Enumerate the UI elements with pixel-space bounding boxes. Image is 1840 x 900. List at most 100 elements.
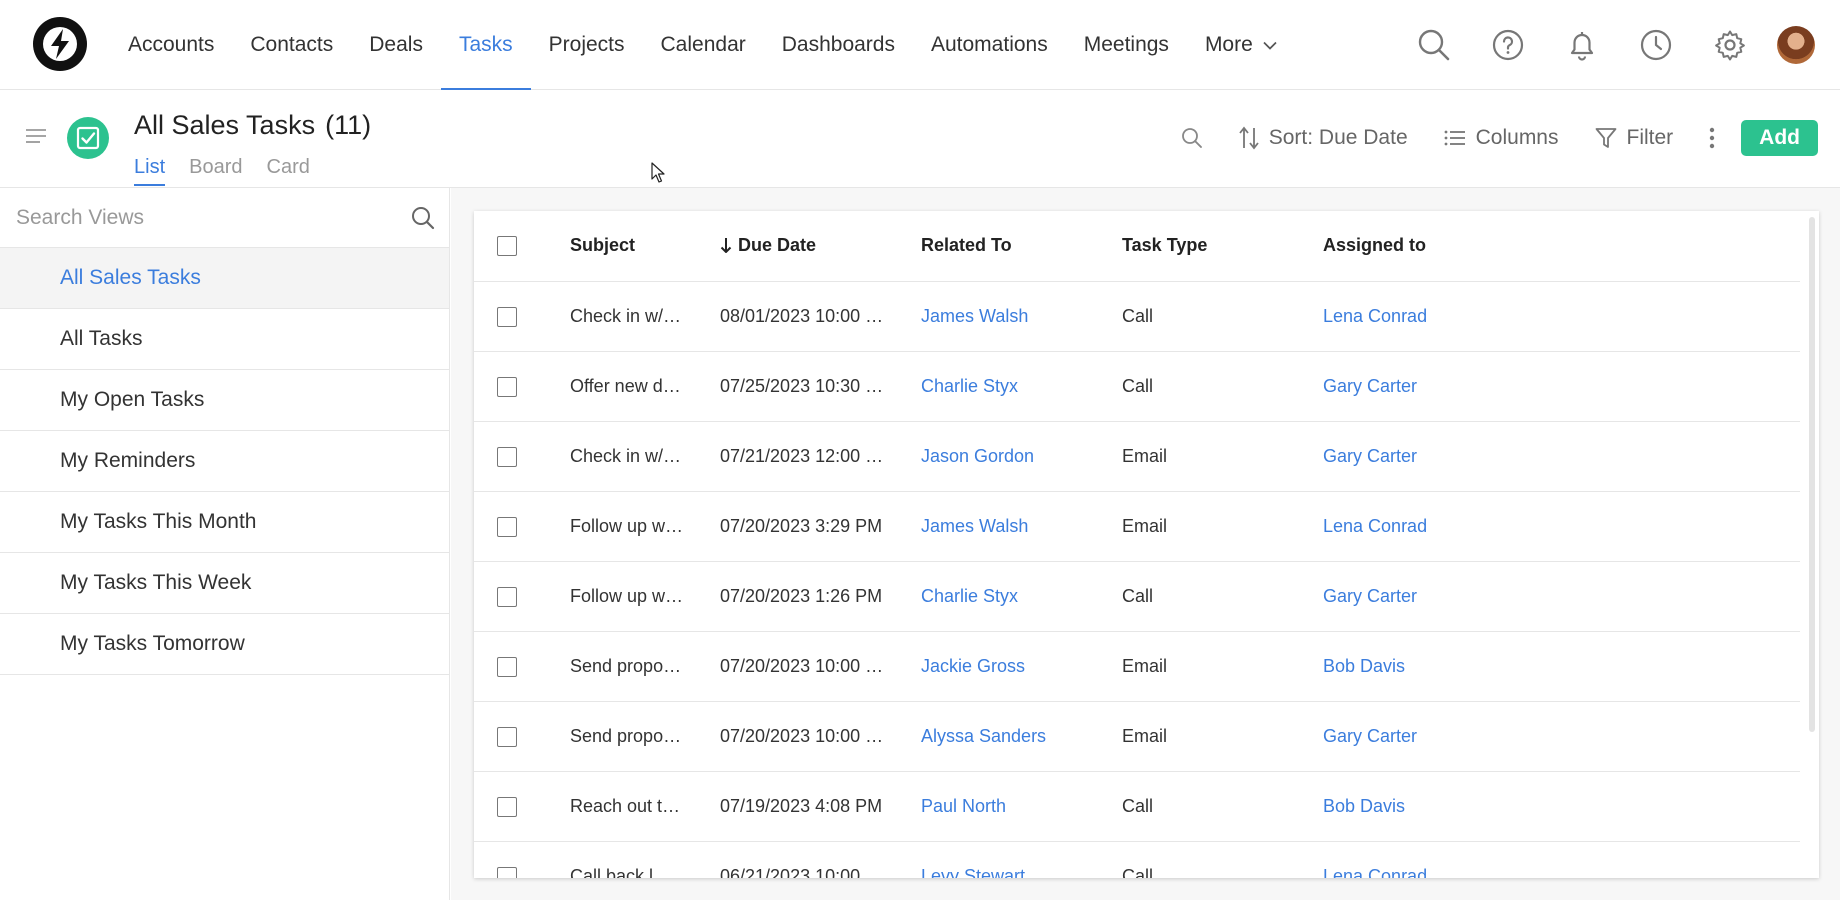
column-header-related-to[interactable]: Related To <box>921 211 1122 282</box>
cell-related-to-link[interactable]: James Walsh <box>921 281 1122 352</box>
sidebar-view-my-open-tasks[interactable]: My Open Tasks <box>0 370 449 431</box>
cell-due-date: 07/20/2023 10:00 … <box>720 631 921 702</box>
cell-assigned-to-link[interactable]: Gary Carter <box>1323 351 1800 422</box>
row-select-cell <box>474 771 570 842</box>
filter-label: Filter <box>1626 126 1674 149</box>
nav-contacts[interactable]: Contacts <box>232 0 351 90</box>
cell-subject[interactable]: Check in w/… <box>570 421 720 492</box>
column-header-task-type[interactable]: Task Type <box>1122 211 1323 282</box>
sidebar-view-my-tasks-tomorrow[interactable]: My Tasks Tomorrow <box>0 614 449 675</box>
filter-button[interactable]: Filter <box>1595 126 1674 150</box>
sidebar-view-all-tasks[interactable]: All Tasks <box>0 309 449 370</box>
cell-assigned-to-link[interactable]: Lena Conrad <box>1323 281 1800 352</box>
column-header-due-date[interactable]: Due Date <box>720 211 921 282</box>
cell-assigned-to-link[interactable]: Bob Davis <box>1323 771 1800 842</box>
more-options-button[interactable] <box>1709 127 1715 149</box>
tab-board[interactable]: Board <box>189 156 242 186</box>
clock-icon[interactable] <box>1619 0 1693 90</box>
page-title: All Sales Tasks (11) <box>134 110 371 141</box>
cell-assigned-to-link[interactable]: Gary Carter <box>1323 561 1800 632</box>
cell-subject[interactable]: Reach out t… <box>570 771 720 842</box>
cell-subject[interactable]: Follow up w… <box>570 491 720 562</box>
cell-related-to-link[interactable]: Alyssa Sanders <box>921 701 1122 772</box>
sidebar-view-my-tasks-this-week[interactable]: My Tasks This Week <box>0 553 449 614</box>
sidebar-view-my-tasks-this-month[interactable]: My Tasks This Month <box>0 492 449 553</box>
nav-dashboards[interactable]: Dashboards <box>764 0 913 90</box>
row-checkbox[interactable] <box>497 796 517 817</box>
nav-deals[interactable]: Deals <box>351 0 441 90</box>
nav-projects[interactable]: Projects <box>531 0 643 90</box>
row-checkbox[interactable] <box>497 586 517 607</box>
cell-subject[interactable]: Follow up w… <box>570 561 720 632</box>
columns-button[interactable]: Columns <box>1444 126 1559 150</box>
row-checkbox[interactable] <box>497 866 517 878</box>
cell-assigned-to-link[interactable]: Bob Davis <box>1323 631 1800 702</box>
cell-related-to-link[interactable]: Charlie Styx <box>921 561 1122 632</box>
nav-accounts[interactable]: Accounts <box>110 0 232 90</box>
row-checkbox[interactable] <box>497 376 517 397</box>
view-header: All Sales Tasks (11) List Board Card Sort: … <box>0 90 1840 188</box>
search-views-input[interactable] <box>0 188 400 248</box>
nav-more-label: More <box>1204 33 1253 56</box>
add-button[interactable]: Add <box>1741 120 1818 156</box>
cell-subject[interactable]: Call back l… <box>570 841 720 878</box>
table-header-row: Subject Due Date Related To Task Type As… <box>474 211 1800 282</box>
cell-subject[interactable]: Check in w/… <box>570 281 720 352</box>
cell-assigned-to-link[interactable]: Gary Carter <box>1323 421 1800 492</box>
column-header-assigned-to[interactable]: Assigned to <box>1323 211 1800 282</box>
row-checkbox[interactable] <box>497 306 517 327</box>
nav-tasks[interactable]: Tasks <box>440 0 531 91</box>
search-icon[interactable] <box>1397 0 1471 90</box>
table-row[interactable]: Send propo… 07/20/2023 10:00 … Jackie Gros… <box>474 631 1800 702</box>
table-row[interactable]: Send propo… 07/20/2023 10:00 … Alyssa Sand… <box>474 701 1800 772</box>
sidebar-view-my-reminders[interactable]: My Reminders <box>0 431 449 492</box>
nav-meetings[interactable]: Meetings <box>1066 0 1187 90</box>
row-checkbox[interactable] <box>497 726 517 747</box>
nav-automations[interactable]: Automations <box>913 0 1066 90</box>
cell-assigned-to-link[interactable]: Gary Carter <box>1323 701 1800 772</box>
cell-subject[interactable]: Offer new d… <box>570 351 720 422</box>
chevron-down-icon <box>1263 41 1277 50</box>
tab-list[interactable]: List <box>134 156 166 186</box>
tab-card[interactable]: Card <box>267 156 310 186</box>
cell-related-to-link[interactable]: Jason Gordon <box>921 421 1122 492</box>
table-row[interactable]: Check in w/… 07/21/2023 12:00 … Jason Gord… <box>474 421 1800 492</box>
cell-related-to-link[interactable]: Charlie Styx <box>921 351 1122 422</box>
nav-calendar[interactable]: Calendar <box>643 0 764 90</box>
table-row[interactable]: Follow up w… 07/20/2023 3:29 PM James Wals… <box>474 491 1800 562</box>
cell-related-to-link[interactable]: Jackie Gross <box>921 631 1122 702</box>
cell-related-to-link[interactable]: James Walsh <box>921 491 1122 562</box>
row-select-cell <box>474 701 570 772</box>
cell-related-to-link[interactable]: Levy Stewart <box>921 841 1122 878</box>
cell-subject[interactable]: Send propo… <box>570 701 720 772</box>
bell-icon[interactable] <box>1545 0 1619 90</box>
table-row[interactable]: Offer new d… 07/25/2023 10:30 … Charlie St… <box>474 351 1800 422</box>
sort-button[interactable]: Sort: Due Date <box>1239 126 1408 150</box>
sort-arrows-icon <box>1239 126 1259 150</box>
gear-icon[interactable] <box>1693 0 1767 90</box>
row-checkbox[interactable] <box>497 656 517 677</box>
table-row[interactable]: Reach out t… 07/19/2023 4:08 PM Paul North… <box>474 771 1800 842</box>
table-scrollbar[interactable] <box>1809 217 1815 732</box>
cell-assigned-to-link[interactable]: Lena Conrad <box>1323 841 1800 878</box>
nav-icon-group <box>1397 0 1840 90</box>
column-header-subject[interactable]: Subject <box>570 211 720 282</box>
table-row[interactable]: Follow up w… 07/20/2023 1:26 PM Charlie St… <box>474 561 1800 632</box>
select-all-checkbox[interactable] <box>497 236 517 257</box>
app-logo[interactable] <box>33 17 87 71</box>
table-search-button[interactable] <box>1181 127 1203 149</box>
cell-subject[interactable]: Send propo… <box>570 631 720 702</box>
row-checkbox[interactable] <box>497 516 517 537</box>
table-row[interactable]: Call back l… 06/21/2023 10:00 … Levy Stewa… <box>474 841 1800 878</box>
sidebar-toggle-icon[interactable] <box>26 128 46 149</box>
cell-related-to-link[interactable]: Paul North <box>921 771 1122 842</box>
table-row[interactable]: Check in w/… 08/01/2023 10:00 … James Wals… <box>474 281 1800 352</box>
sidebar-view-all-sales-tasks[interactable]: All Sales Tasks <box>0 248 449 309</box>
row-checkbox[interactable] <box>497 446 517 467</box>
help-icon[interactable] <box>1471 0 1545 90</box>
search-icon[interactable] <box>411 206 435 230</box>
cell-task-type: Email <box>1122 491 1323 562</box>
user-avatar[interactable] <box>1777 26 1815 64</box>
nav-more[interactable]: More <box>1187 0 1295 90</box>
cell-assigned-to-link[interactable]: Lena Conrad <box>1323 491 1800 562</box>
